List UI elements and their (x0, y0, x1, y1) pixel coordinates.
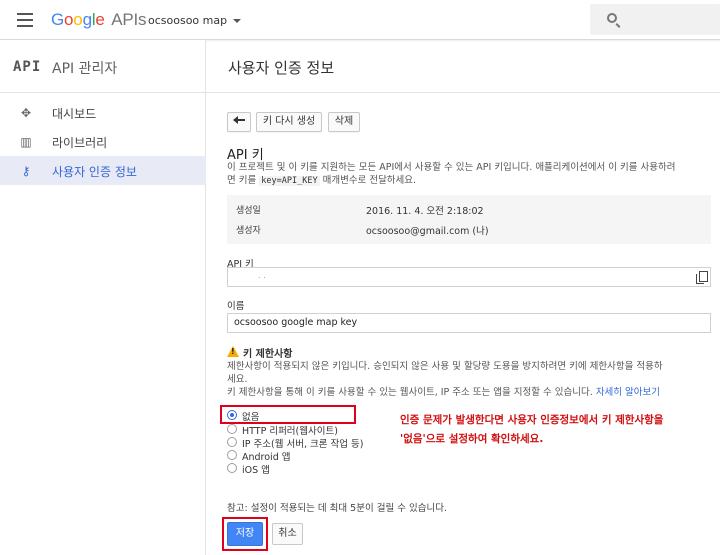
caret-down-icon (233, 19, 242, 23)
settings-note: 참고: 설정이 적용되는 데 최대 5분이 걸릴 수 있습니다. (227, 503, 447, 514)
restriction-text-3: 키 제한사항을 통해 이 키를 사용할 수 있는 웹사이트, IP 주소 또는 … (227, 387, 661, 398)
library-icon: ▥ (20, 135, 32, 149)
annotation-line-2: '없음'으로 설정하여 확인하세요. (400, 433, 544, 445)
sidebar: API API 관리자 ✥ 대시보드 ▥ 라이브러리 ⚷ 사용자 인증 정보 (0, 40, 206, 555)
delete-button[interactable]: 삭제 (328, 112, 360, 132)
radio-http-referrer[interactable]: HTTP 리퍼러(웹사이트) (227, 423, 377, 437)
page-header: 사용자 인증 정보 (206, 40, 720, 93)
sidebar-item-dashboard[interactable]: ✥ 대시보드 (0, 98, 206, 127)
description-line-2: 면 키를 key=API_KEY 매개변수로 전달하세요. (227, 175, 417, 186)
page-title: 사용자 인증 정보 (228, 59, 335, 77)
radio-ios[interactable]: iOS 앱 (227, 462, 377, 476)
highlight-save-button (222, 517, 268, 551)
highlight-none-option (220, 405, 356, 424)
project-name: ocsoosoo map (148, 14, 228, 27)
radio-unchecked-icon (227, 424, 237, 434)
creator-label: 생성자 (236, 226, 261, 236)
menu-icon[interactable] (17, 13, 33, 27)
radio-ip-address[interactable]: IP 주소(웹 서버, 크론 작업 등) (227, 436, 377, 450)
project-selector[interactable]: ocsoosoo map (148, 14, 242, 27)
learn-more-link[interactable]: 자세히 알아보기 (596, 387, 660, 398)
copy-icon[interactable] (696, 271, 708, 284)
dashboard-icon: ✥ (20, 106, 32, 120)
radio-unchecked-icon (227, 437, 237, 447)
top-app-bar: Google APIs ocsoosoo map (0, 0, 720, 40)
search-box[interactable] (590, 4, 720, 35)
sidebar-header: API API 관리자 (0, 40, 206, 93)
restriction-text-1: 제한사항이 적용되지 않은 키입니다. 승인되지 않은 사용 및 할당량 도용을… (227, 361, 663, 372)
name-label: 이름 (227, 301, 245, 312)
description-line-1: 이 프로젝트 및 이 키를 지원하는 모든 API에서 사용할 수 있는 API… (227, 162, 676, 173)
back-button[interactable] (227, 112, 251, 132)
regenerate-key-button[interactable]: 키 다시 생성 (256, 112, 322, 132)
created-label: 생성일 (236, 206, 261, 216)
back-arrow-icon (233, 116, 245, 124)
sidebar-item-credentials[interactable]: ⚷ 사용자 인증 정보 (0, 156, 206, 185)
api-key-value: . . (258, 271, 266, 280)
cancel-button[interactable]: 취소 (272, 523, 303, 545)
google-apis-logo[interactable]: Google APIs (51, 10, 147, 30)
radio-unchecked-icon (227, 463, 237, 473)
search-icon (607, 13, 617, 23)
annotation-line-1: 인증 문제가 발생한다면 사용자 인증정보에서 키 제한사항을 (400, 414, 664, 426)
param-code: key=API_KEY (259, 176, 320, 186)
restriction-text-2: 세요. (227, 374, 248, 385)
radio-unchecked-icon (227, 450, 237, 460)
restriction-title: 키 제한사항 (243, 349, 293, 360)
api-key-field[interactable]: . . (227, 267, 711, 287)
created-value: 2016. 11. 4. 오전 2:18:02 (366, 206, 484, 217)
radio-android[interactable]: Android 앱 (227, 449, 377, 463)
api-logo: API (13, 59, 42, 75)
name-input[interactable]: ocsoosoo google map key (227, 313, 711, 333)
key-metadata: 생성일 2016. 11. 4. 오전 2:18:02 생성자 ocsoosoo… (227, 195, 711, 244)
sidebar-title: API 관리자 (52, 61, 118, 77)
sidebar-item-library[interactable]: ▥ 라이브러리 (0, 127, 206, 156)
key-icon: ⚷ (21, 164, 31, 178)
warning-icon (227, 346, 239, 357)
creator-value: ocsoosoo@gmail.com (나) (366, 226, 489, 237)
